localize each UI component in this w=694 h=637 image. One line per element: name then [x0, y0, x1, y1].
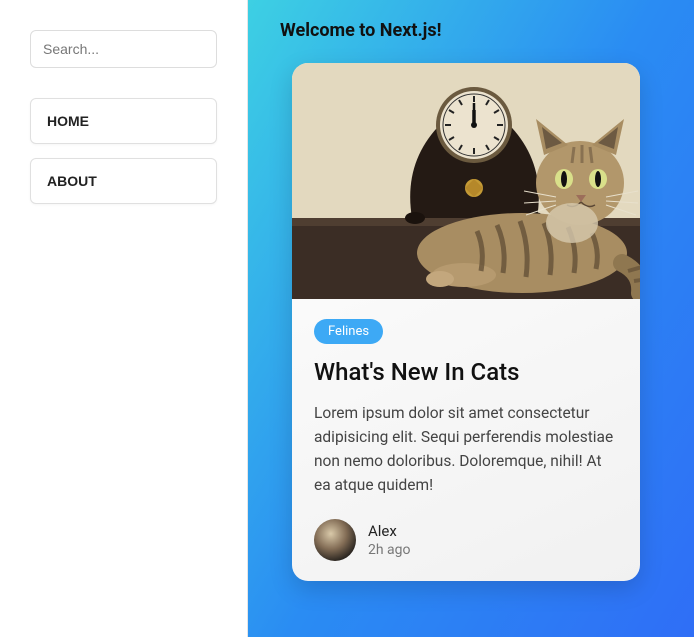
author-meta: Alex 2h ago: [368, 522, 411, 558]
page-title: Welcome to Next.js!: [280, 20, 441, 41]
search-input[interactable]: [30, 30, 217, 68]
card-text: Lorem ipsum dolor sit amet consectetur a…: [314, 401, 618, 497]
card-body: Felines What's New In Cats Lorem ipsum d…: [292, 299, 640, 581]
cat-clock-illustration: [292, 63, 640, 299]
author-time: 2h ago: [368, 542, 411, 558]
main-content: Welcome to Next.js!: [248, 0, 694, 637]
sidebar: HOME ABOUT: [0, 0, 248, 637]
nav-item-home[interactable]: HOME: [30, 98, 217, 144]
article-card[interactable]: Felines What's New In Cats Lorem ipsum d…: [292, 63, 640, 581]
author-row: Alex 2h ago: [314, 519, 618, 561]
nav-item-about[interactable]: ABOUT: [30, 158, 217, 204]
author-name: Alex: [368, 522, 411, 540]
card-image: [292, 63, 640, 299]
category-badge[interactable]: Felines: [314, 319, 383, 344]
card-title: What's New In Cats: [314, 358, 618, 387]
avatar[interactable]: [314, 519, 356, 561]
